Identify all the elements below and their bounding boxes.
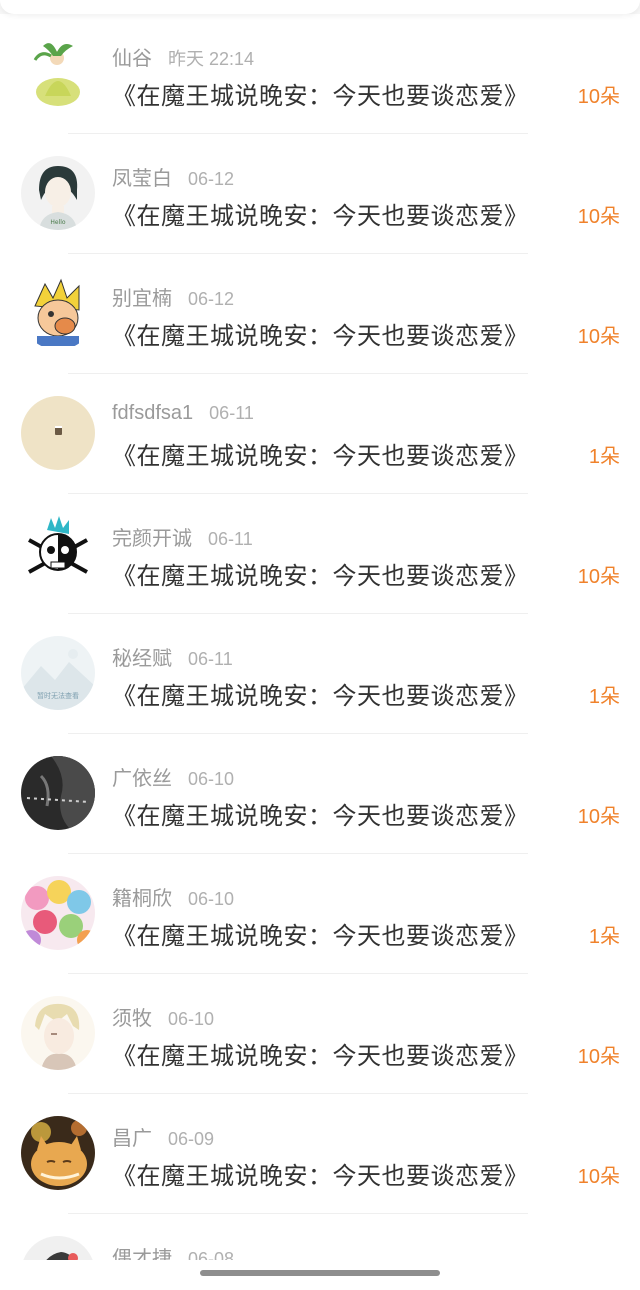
book-title: 《在魔王城说晚安：今天也要谈恋爱》	[112, 923, 529, 950]
avatar[interactable]	[21, 396, 95, 470]
timestamp: 06-08	[188, 1249, 235, 1260]
list-item[interactable]: fdfsdfsa1 06-11 《在魔王城说晚安：今天也要谈恋爱》 1朵	[0, 374, 640, 494]
avatar[interactable]	[21, 276, 95, 350]
avatar[interactable]	[21, 996, 95, 1070]
user-name: 籍桐欣 06-10	[112, 888, 235, 910]
book-title: 《在魔王城说晚安：今天也要谈恋爱》	[112, 203, 529, 230]
list-item[interactable]: 籍桐欣 06-10 《在魔王城说晚安：今天也要谈恋爱》 1朵	[0, 854, 640, 974]
list-item[interactable]: 暂时无法查看 秘经赋 06-11 《在魔王城说晚安：今天也要谈恋爱》 1朵	[0, 614, 640, 734]
timestamp: 06-10	[168, 1009, 215, 1029]
book-title: 《在魔王城说晚安：今天也要谈恋爱》	[112, 803, 529, 830]
book-title: 《在魔王城说晚安：今天也要谈恋爱》	[112, 1163, 529, 1190]
book-title: 《在魔王城说晚安：今天也要谈恋爱》	[112, 683, 529, 710]
green-fairy-icon	[21, 36, 95, 110]
user-name: 凤莹白 06-12	[112, 168, 235, 190]
avatar-caption: 暂时无法查看	[37, 691, 79, 700]
user-name: fdfsdfsa1 06-11	[112, 402, 254, 424]
avatar[interactable]	[21, 516, 95, 590]
book-title: 《在魔王城说晚安：今天也要谈恋爱》	[112, 323, 529, 350]
avatar[interactable]: Hello	[21, 156, 95, 230]
user-name: 完颜开诚 06-11	[112, 528, 253, 550]
book-title: 《在魔王城说晚安：今天也要谈恋爱》	[112, 443, 529, 470]
list-item[interactable]: 须牧 06-10 《在魔王城说晚安：今天也要谈恋爱》 10朵	[0, 974, 640, 1094]
flower-count: 10朵	[577, 806, 620, 828]
timestamp: 06-11	[209, 403, 254, 423]
placeholder-mountain-icon: 暂时无法查看	[21, 636, 95, 710]
user-name: 别宜楠 06-12	[112, 288, 235, 310]
partial-avatar-icon	[21, 1236, 95, 1260]
flower-count: 10朵	[577, 86, 620, 108]
list-item[interactable]: 昌广 06-09 《在魔王城说晚安：今天也要谈恋爱》 10朵	[0, 1094, 640, 1214]
gift-record-list[interactable]: 仙谷 昨天 22:14 《在魔王城说晚安：今天也要谈恋爱》 10朵 Hello 凤…	[0, 14, 640, 1260]
timestamp: 06-12	[188, 169, 235, 189]
avatar[interactable]: 暂时无法查看	[21, 636, 95, 710]
timestamp: 06-09	[168, 1129, 215, 1149]
flower-count: 10朵	[577, 1046, 620, 1068]
flower-count: 10朵	[577, 326, 620, 348]
timestamp: 06-11	[188, 649, 233, 669]
list-item[interactable]: 偶才捷 06-08	[0, 1214, 640, 1260]
dark-photo-icon	[21, 756, 95, 830]
anime-boy-icon	[21, 996, 95, 1070]
timestamp: 06-12	[188, 289, 235, 309]
skull-icon	[21, 516, 95, 590]
user-name: 昌广 06-09	[112, 1128, 215, 1150]
book-title: 《在魔王城说晚安：今天也要谈恋爱》	[112, 1043, 529, 1070]
home-indicator[interactable]	[200, 1270, 440, 1276]
beige-cup-icon	[21, 396, 95, 470]
avatar[interactable]	[21, 876, 95, 950]
user-name: 广依丝 06-10	[112, 768, 235, 790]
user-name: 须牧 06-10	[112, 1008, 215, 1030]
flower-count: 1朵	[588, 686, 620, 708]
user-name: 偶才捷 06-08	[112, 1242, 234, 1260]
timestamp: 06-10	[188, 769, 235, 789]
avatar[interactable]	[21, 756, 95, 830]
list-item[interactable]: 广依丝 06-10 《在魔王城说晚安：今天也要谈恋爱》 10朵	[0, 734, 640, 854]
cat-icon	[21, 1116, 95, 1190]
list-item[interactable]: Hello 凤莹白 06-12 《在魔王城说晚安：今天也要谈恋爱》 10朵	[0, 134, 640, 254]
book-title: 《在魔王城说晚安：今天也要谈恋爱》	[112, 563, 529, 590]
timestamp: 昨天 22:14	[168, 49, 255, 69]
list-item[interactable]: 仙谷 昨天 22:14 《在魔王城说晚安：今天也要谈恋爱》 10朵	[0, 14, 640, 134]
flower-count: 1朵	[588, 926, 620, 948]
cartoon-character-icon	[21, 276, 95, 350]
user-name: 仙谷 昨天 22:14	[112, 48, 255, 70]
list-item[interactable]: 别宜楠 06-12 《在魔王城说晚安：今天也要谈恋爱》 10朵	[0, 254, 640, 374]
colorful-balloons-icon	[21, 876, 95, 950]
timestamp: 06-11	[208, 529, 253, 549]
flower-count: 10朵	[577, 206, 620, 228]
flower-count: 10朵	[577, 566, 620, 588]
svg-text:Hello: Hello	[50, 219, 66, 226]
avatar[interactable]	[21, 36, 95, 110]
user-name: 秘经赋 06-11	[112, 648, 233, 670]
list-item[interactable]: 完颜开诚 06-11 《在魔王城说晚安：今天也要谈恋爱》 10朵	[0, 494, 640, 614]
avatar[interactable]	[21, 1236, 95, 1260]
avatar[interactable]	[21, 1116, 95, 1190]
timestamp: 06-10	[188, 889, 235, 909]
book-title: 《在魔王城说晚安：今天也要谈恋爱》	[112, 83, 529, 110]
flower-count: 10朵	[577, 1166, 620, 1188]
header-card-bottom-edge	[0, 0, 640, 14]
flower-count: 1朵	[588, 446, 620, 468]
girl-sketch-icon: Hello	[21, 156, 95, 230]
